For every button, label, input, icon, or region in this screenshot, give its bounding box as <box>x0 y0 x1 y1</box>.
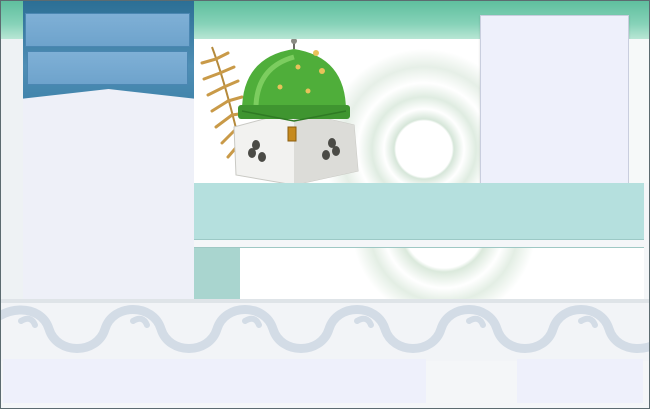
mosque-dome-icon <box>238 49 350 122</box>
ornament-pattern-icon <box>1 305 649 353</box>
sidebar-tab-2[interactable] <box>27 51 188 85</box>
footer-right-panel <box>517 359 643 403</box>
banner-image <box>194 39 480 183</box>
content-strip <box>194 247 644 300</box>
footer-left-panel <box>3 359 426 403</box>
right-panel <box>480 15 629 193</box>
sidebar-tab-1[interactable] <box>25 13 190 47</box>
banner-illustration <box>200 39 359 183</box>
sidebar <box>23 1 194 301</box>
ornament-band <box>1 303 649 361</box>
mosque-building <box>233 110 359 183</box>
left-gutter <box>1 39 23 301</box>
right-frame <box>629 39 649 183</box>
app-window <box>0 0 650 409</box>
content-strip-cell <box>194 248 240 300</box>
crescent-finial-icon <box>291 39 297 49</box>
teal-bar <box>194 183 644 240</box>
